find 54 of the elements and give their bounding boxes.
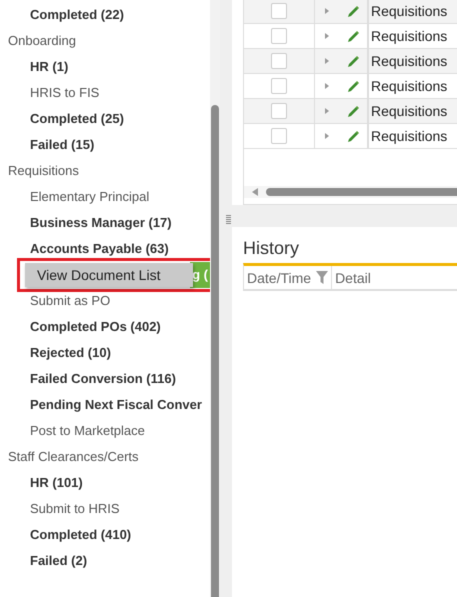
table-cell-text: Requisitions — [370, 102, 448, 121]
scroll-left-icon[interactable] — [252, 188, 258, 196]
sidebar-item[interactable]: HR (101) — [0, 470, 210, 496]
sidebar-item[interactable]: Elementary Principal — [0, 184, 210, 210]
table-cell-text: Requisitions — [370, 127, 448, 146]
filter-icon[interactable] — [316, 271, 328, 284]
sidebar-item[interactable]: Post to Marketplace — [0, 418, 210, 444]
sidebar-item[interactable]: Pending Next Fiscal Conver — [0, 392, 210, 418]
category-label[interactable]: Onboarding — [0, 28, 210, 54]
pencil-icon[interactable] — [348, 6, 358, 16]
sidebar-item[interactable]: Rejected (10) — [0, 340, 210, 366]
scrollbar-thumb[interactable] — [211, 105, 219, 597]
expand-icon[interactable] — [325, 133, 329, 139]
sidebar-item[interactable]: Completed (22) — [0, 2, 210, 28]
checkbox[interactable] — [271, 53, 287, 69]
table-cell-text: Requisitions — [370, 77, 448, 96]
sidebar-item[interactable]: Completed (25) — [0, 106, 210, 132]
sidebar-item[interactable]: Completed POs (402) — [0, 314, 210, 340]
sidebar-item[interactable]: Completed (410) — [0, 522, 210, 548]
checkbox[interactable] — [271, 28, 287, 44]
checkbox[interactable] — [271, 78, 287, 94]
expand-icon[interactable] — [325, 58, 329, 64]
table-cell-text: Requisitions — [370, 27, 448, 46]
pencil-icon[interactable] — [348, 30, 358, 42]
pencil-icon[interactable] — [348, 56, 358, 66]
pencil-icon[interactable] — [348, 80, 358, 92]
checkbox[interactable] — [271, 103, 287, 119]
expand-icon[interactable] — [325, 33, 329, 39]
scrollbar-thumb[interactable] — [266, 188, 457, 196]
table-cell-text: Requisitions — [370, 2, 448, 21]
sidebar-item[interactable]: Business Manager (17) — [0, 210, 210, 236]
expand-icon[interactable] — [325, 8, 329, 14]
pencil-icon[interactable] — [348, 106, 358, 116]
sidebar-item[interactable]: Failed (2) — [0, 548, 210, 574]
checkbox[interactable] — [271, 3, 287, 19]
checkbox[interactable] — [271, 128, 287, 144]
sidebar-item[interactable]: Submit as PO — [0, 288, 210, 314]
category-label[interactable]: Requisitions — [0, 158, 210, 184]
menu-item[interactable]: View Document List — [25, 263, 193, 287]
pencil-icon[interactable] — [348, 130, 358, 142]
sidebar-item[interactable]: Failed (15) — [0, 132, 210, 158]
sidebar-item[interactable]: HRIS to FIS — [0, 80, 210, 106]
sidebar-item[interactable]: Failed Conversion (116) — [0, 366, 210, 392]
sidebar-item[interactable]: HR (1) — [0, 54, 210, 80]
splitter-grip-icon[interactable] — [226, 215, 231, 225]
column-header[interactable]: Detail — [335, 270, 371, 286]
expand-icon[interactable] — [325, 83, 329, 89]
table-cell-text: Requisitions — [370, 52, 448, 71]
panel-title: History — [243, 237, 300, 260]
expand-icon[interactable] — [325, 108, 329, 114]
column-header[interactable]: Date/Time — [247, 270, 312, 286]
sidebar-item[interactable]: Submit to HRIS — [0, 496, 210, 522]
sidebar-item[interactable]: Accounts Payable (63) — [0, 236, 210, 262]
category-label[interactable]: Staff Clearances/Certs — [0, 444, 210, 470]
